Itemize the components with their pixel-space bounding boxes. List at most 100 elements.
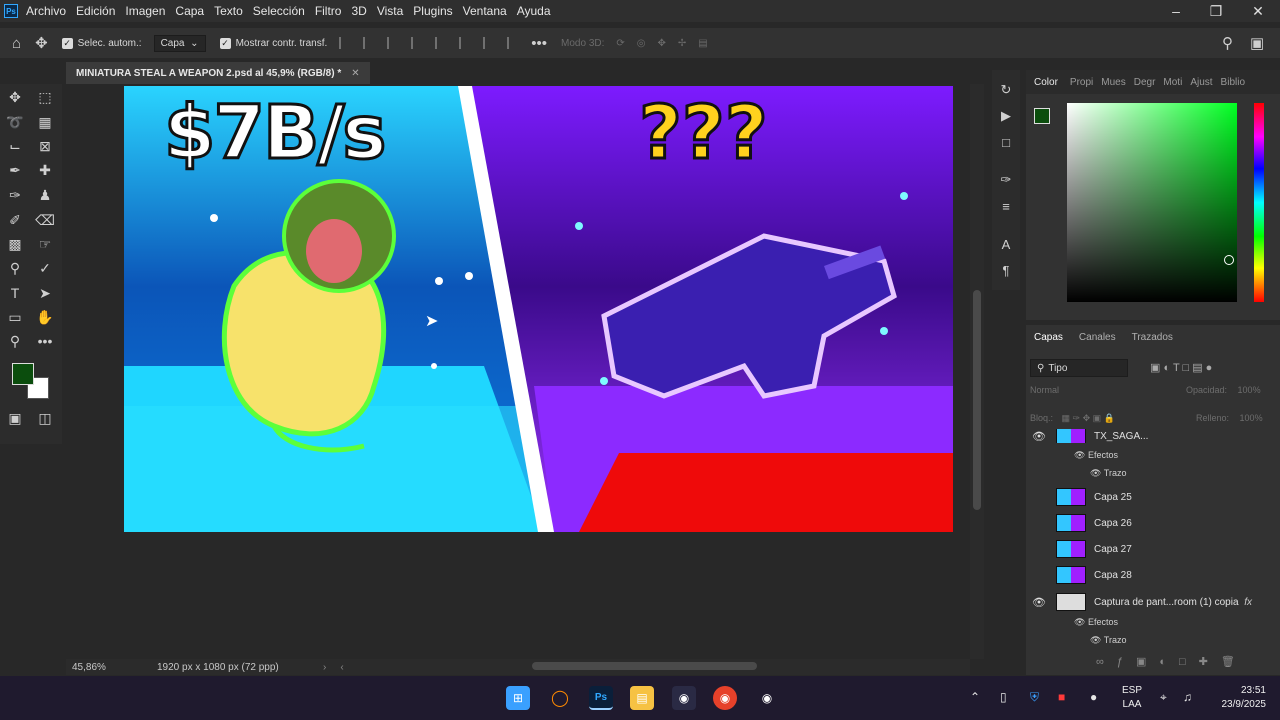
paragraph-icon[interactable]: ¶ [998, 262, 1014, 278]
home-icon[interactable]: ⌂ [12, 35, 21, 52]
hue-slider[interactable] [1254, 103, 1264, 302]
fill-control[interactable]: Relleno: 100% [1196, 413, 1263, 423]
menu-seleccion[interactable]: Selección [253, 4, 305, 18]
healing-brush-icon[interactable]: ✚ [34, 160, 56, 180]
frame-tool-icon[interactable]: ⊠ [34, 136, 56, 156]
filter-type-icons[interactable]: ▣ ◐ T □ ▤ ● [1150, 361, 1212, 374]
volume-icon[interactable]: ♫ [1183, 690, 1192, 704]
layer-row[interactable]: 👁 TX_SAGA... [1026, 429, 1280, 443]
character-icon[interactable]: A [998, 236, 1014, 252]
align-left-icon[interactable] [339, 37, 353, 49]
lasso-tool-icon[interactable]: ➰ [4, 112, 26, 132]
align-bottom-icon[interactable] [483, 37, 497, 49]
menu-imagen[interactable]: Imagen [125, 4, 165, 18]
layer-row[interactable]: Capa 25 [1026, 484, 1280, 510]
tab-gradients[interactable]: Degr [1130, 77, 1160, 88]
history-icon[interactable]: ↻ [998, 82, 1014, 98]
zoom-level[interactable]: 45,86% [72, 662, 157, 673]
object-select-tool-icon[interactable]: ▦ [34, 112, 56, 132]
path-select-icon[interactable]: ➤ [34, 283, 56, 303]
menu-texto[interactable]: Texto [214, 4, 243, 18]
chrome-icon[interactable]: ◉ [713, 686, 737, 710]
layer-actions-bar[interactable]: ∞ƒ▣◐□✚🗑 [1096, 655, 1248, 668]
eye-icon[interactable]: 👁 [1090, 468, 1101, 478]
color-picker-handle[interactable] [1224, 255, 1234, 265]
video-3d-icon[interactable]: ▤ [698, 38, 707, 49]
foreground-color-swatch[interactable] [12, 363, 34, 385]
crop-tool-icon[interactable]: ⌙ [4, 136, 26, 156]
color-panel-fg-swatch[interactable] [1034, 108, 1050, 124]
roll-3d-icon[interactable]: ◎ [637, 38, 646, 49]
layer-filter-dropdown[interactable]: ⚲ Tipo [1030, 359, 1128, 377]
comment-icon[interactable]: □ [998, 134, 1014, 150]
close-icon[interactable]: ✕ [1238, 0, 1278, 22]
stroke-row[interactable]: 👁 Trazo [1090, 635, 1126, 646]
horizontal-scroll-thumb[interactable] [532, 662, 757, 670]
more-options-icon[interactable]: ••• [531, 35, 547, 52]
windows-start-icon[interactable]: ⊞ [506, 686, 530, 710]
menu-3d[interactable]: 3D [351, 4, 366, 18]
lock-icons[interactable]: ▦ ✑ ✥ ▣ 🔒 [1062, 413, 1115, 423]
smudge-tool-icon[interactable]: ☞ [34, 234, 56, 254]
stamp-tool-icon[interactable]: ♟ [34, 185, 56, 205]
auto-select-checkbox[interactable]: ✓ [61, 37, 73, 49]
color-field[interactable] [1067, 103, 1237, 302]
menu-archivo[interactable]: Archivo [26, 4, 66, 18]
show-transform-checkbox[interactable]: ✓ [219, 37, 231, 49]
vertical-scrollbar[interactable] [970, 84, 984, 659]
restore-icon[interactable]: ❐ [1196, 0, 1236, 22]
drag-3d-icon[interactable]: ✥ [658, 38, 666, 49]
menu-ayuda[interactable]: Ayuda [517, 4, 551, 18]
menu-vista[interactable]: Vista [377, 4, 403, 18]
adobe-icon[interactable]: ■ [1058, 690, 1065, 704]
wifi-icon[interactable]: ⌖ [1160, 690, 1167, 705]
document-tab[interactable]: MINIATURA STEAL A WEAPON 2.psd al 45,9% … [66, 62, 370, 84]
eye-icon[interactable]: 👁 [1026, 430, 1052, 443]
menu-ventana[interactable]: Ventana [463, 4, 507, 18]
distribute-vertical-icon[interactable] [507, 37, 521, 49]
hand-tool-icon[interactable]: ✋ [34, 307, 56, 327]
slide-3d-icon[interactable]: ✢ [678, 38, 686, 49]
davinci-resolve-icon[interactable]: ◉ [672, 686, 696, 710]
history-brush-icon[interactable]: ✐ [4, 210, 26, 230]
menu-filtro[interactable]: Filtro [315, 4, 342, 18]
clock[interactable]: 23:51 23/9/2025 [1212, 684, 1267, 712]
tab-libraries[interactable]: Biblio [1217, 77, 1249, 88]
effects-row[interactable]: 👁 Efectos [1074, 450, 1118, 461]
lock-controls[interactable]: Bloq.: ▦ ✑ ✥ ▣ 🔒 [1030, 413, 1115, 424]
microphone-icon[interactable]: ● [1090, 690, 1097, 704]
fill-value[interactable]: 100% [1240, 413, 1263, 423]
distribute-icon[interactable] [411, 37, 425, 49]
gradient-tool-icon[interactable]: ▩ [4, 234, 26, 254]
search-icon[interactable]: ⚲ [1222, 34, 1233, 52]
blend-mode-dropdown[interactable]: Normal [1030, 385, 1059, 395]
orbit-3d-icon[interactable]: ⟳ [616, 38, 624, 49]
brush-settings-icon[interactable]: ✑ [998, 172, 1014, 188]
eye-icon[interactable]: 👁 [1074, 617, 1085, 627]
eye-icon[interactable]: 👁 [1026, 596, 1052, 609]
tab-swatches[interactable]: Mues [1097, 77, 1129, 88]
artwork-canvas[interactable]: $7B/s ??? [124, 86, 953, 532]
eyedropper-tool-icon[interactable]: ✒ [4, 160, 26, 180]
tab-color[interactable]: Color [1026, 77, 1066, 88]
file-explorer-icon[interactable]: ▤ [630, 686, 654, 710]
close-tab-icon[interactable]: ✕ [351, 68, 359, 79]
play-icon[interactable]: ▶ [998, 108, 1014, 124]
type-tool-icon[interactable]: T [4, 283, 26, 303]
menu-edicion[interactable]: Edición [76, 4, 115, 18]
chevron-right-icon[interactable]: › [323, 662, 326, 673]
language-indicator[interactable]: ESP LAA [1121, 684, 1143, 712]
move-tool-icon[interactable]: ✥ [4, 87, 26, 107]
tab-properties[interactable]: Propi [1066, 77, 1097, 88]
blender-icon[interactable]: ◯ [548, 686, 572, 710]
minimize-icon[interactable]: – [1156, 0, 1196, 22]
tab-patterns[interactable]: Moti [1159, 77, 1186, 88]
dodge-tool-icon[interactable]: ⚲ [4, 258, 26, 278]
stroke-row[interactable]: 👁 Trazo [1090, 468, 1126, 479]
rectangle-tool-icon[interactable]: ▭ [4, 307, 26, 327]
opacity-value[interactable]: 100% [1238, 385, 1261, 395]
screen-mode-icon[interactable]: ◫ [34, 408, 56, 428]
tab-adjustments[interactable]: Ajust [1186, 77, 1216, 88]
layer-row[interactable]: Capa 27 [1026, 536, 1280, 562]
obs-icon[interactable]: ◉ [755, 686, 779, 710]
